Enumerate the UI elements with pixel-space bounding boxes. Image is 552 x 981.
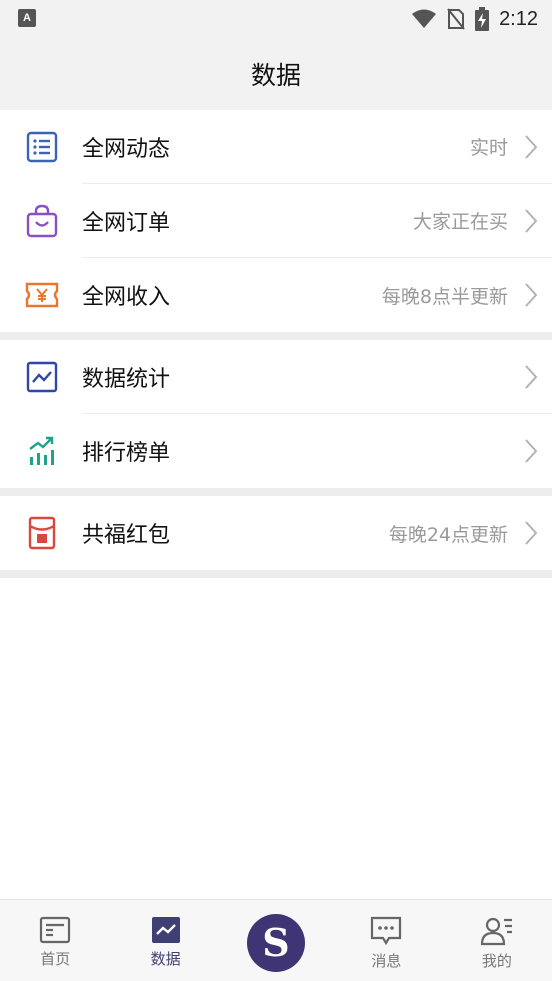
nav-tab-home[interactable]: 首页 (0, 900, 110, 981)
menu-item-value: 每晚24点更新 (388, 523, 508, 546)
status-time: 2:12 (499, 7, 538, 30)
wifi-icon (412, 9, 437, 28)
nav-label: 消息 (371, 952, 402, 970)
nav-label: 数据 (150, 950, 181, 968)
bar-chart-up-icon (29, 436, 54, 465)
nav-label: 首页 (40, 950, 71, 968)
chevron-right-icon (525, 208, 538, 233)
status-bar: A 2:12 (0, 0, 552, 38)
menu-item-network-activity[interactable]: 全网动态 实时 (0, 110, 552, 184)
chevron-right-icon (525, 439, 538, 463)
menu-item-label: 全网收入 (82, 285, 171, 310)
profile-icon (480, 917, 512, 946)
menu-group-network: 全网动态 实时 全网订单 大家正在买 全网收入 每晚8点半更新 (0, 110, 552, 332)
menu-item-label: 全网订单 (82, 210, 171, 236)
menu-item-label: 共福红包 (82, 523, 171, 548)
home-card-icon (40, 916, 71, 944)
nav-label: 我的 (481, 952, 512, 970)
app-badge-icon: A (18, 9, 36, 27)
center-symbol: S (262, 920, 290, 965)
section-divider (0, 488, 552, 496)
yen-ticket-icon (25, 282, 59, 308)
chevron-right-icon (525, 283, 538, 307)
section-divider (0, 332, 552, 340)
page-header: 数据 (0, 38, 552, 110)
line-chart-icon (26, 361, 58, 393)
menu-item-label: 全网动态 (82, 136, 171, 162)
data-menu: 全网动态 实时 全网订单 大家正在买 全网收入 每晚8点半更新 数据统计 排行榜… (0, 110, 552, 578)
section-divider (0, 570, 552, 578)
menu-item-network-income[interactable]: 全网收入 每晚8点半更新 (0, 258, 552, 332)
bottom-nav: 首页 数据 S 消息 我的 (0, 899, 552, 981)
menu-group-stats: 数据统计 排行榜单 (0, 340, 552, 488)
menu-item-rankings[interactable]: 排行榜单 (0, 414, 552, 488)
shopping-bag-icon (26, 204, 58, 238)
menu-item-data-statistics[interactable]: 数据统计 (0, 340, 552, 414)
nav-tab-data[interactable]: 数据 (110, 900, 220, 981)
red-envelope-icon (28, 516, 56, 550)
menu-item-value: 大家正在买 (412, 211, 508, 233)
no-sim-icon (447, 8, 465, 30)
page-title: 数据 (250, 61, 301, 90)
menu-item-red-envelope[interactable]: 共福红包 每晚24点更新 (0, 496, 552, 570)
menu-item-label: 数据统计 (82, 366, 171, 392)
chevron-right-icon (525, 364, 538, 389)
menu-item-value: 每晚8点半更新 (381, 285, 508, 308)
dollar-circle-icon[interactable]: S (247, 914, 306, 972)
message-icon (371, 916, 402, 946)
menu-item-label: 排行榜单 (82, 441, 171, 466)
data-chart-icon (151, 917, 180, 943)
chevron-right-icon (525, 134, 538, 159)
nav-tab-profile[interactable]: 我的 (442, 900, 552, 981)
chevron-right-icon (525, 521, 538, 545)
status-indicators: 2:12 (411, 0, 538, 38)
battery-charging-icon (475, 7, 490, 31)
menu-item-network-orders[interactable]: 全网订单 大家正在买 (0, 184, 552, 258)
menu-item-value: 实时 (469, 137, 508, 159)
nav-center-action[interactable]: S (221, 900, 331, 981)
nav-tab-messages[interactable]: 消息 (331, 900, 441, 981)
menu-group-red-envelope: 共福红包 每晚24点更新 (0, 496, 552, 570)
list-icon (26, 131, 58, 163)
